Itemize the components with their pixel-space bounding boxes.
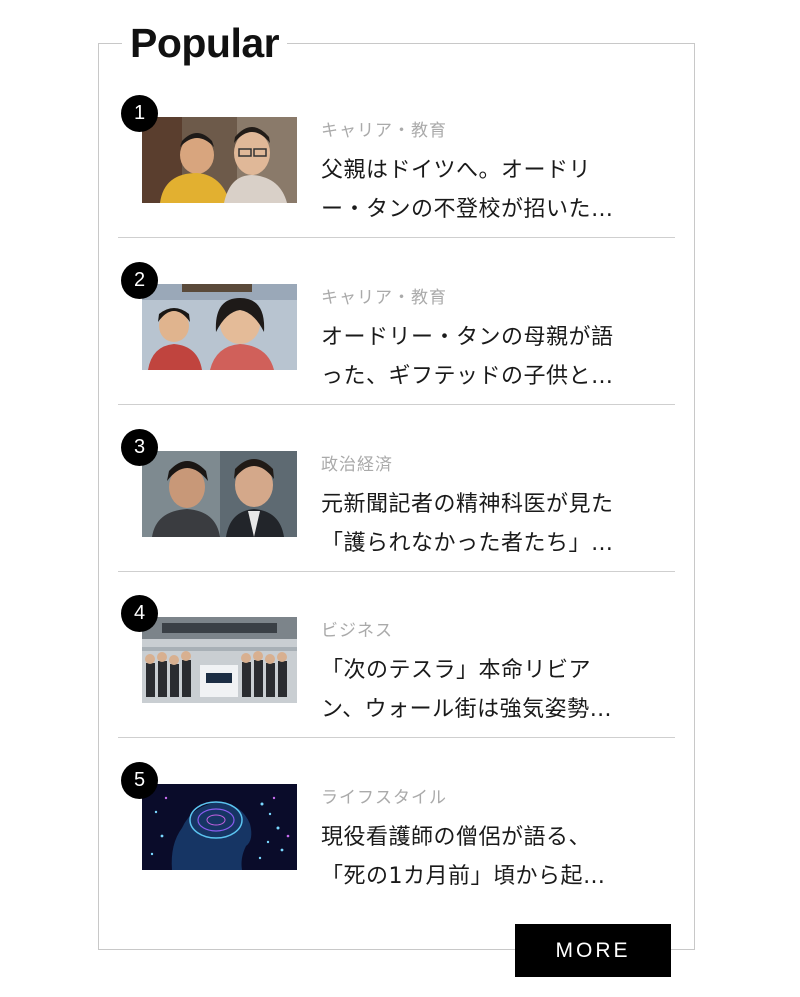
article-thumbnail[interactable] — [142, 451, 297, 537]
headline-line: った、ギフテッドの子供と… — [321, 364, 614, 389]
panel-title: Popular — [122, 14, 288, 72]
article-category: ライフスタイル — [321, 788, 447, 808]
rank-badge: 3 — [121, 429, 158, 466]
article-category: ビジネス — [321, 621, 393, 641]
headline-line: 「死の1カ月前」頃から起… — [321, 864, 606, 889]
article-headline[interactable]: 「次のテスラ」本命リビア ン、ウォール街は強気姿勢… — [321, 651, 651, 729]
divider — [118, 737, 675, 738]
list-item[interactable]: 2 キャリア・教育 オードリー・タンの母親が語 った、ギフテッドの子供と… — [118, 239, 675, 405]
divider — [118, 237, 675, 238]
article-headline[interactable]: 現役看護師の僧侶が語る、 「死の1カ月前」頃から起… — [321, 818, 651, 896]
headline-line: 「護られなかった者たち」… — [321, 531, 614, 556]
list-item[interactable]: 3 政治経済 元新聞記者の精神科医が見た 「護られなかった者たち」… — [118, 406, 675, 572]
article-category: キャリア・教育 — [321, 288, 447, 308]
list-item[interactable]: 4 ビジネス 「次のテスラ」本命リビア ン、ウォール街は強気姿勢… — [118, 572, 675, 738]
article-category: 政治経済 — [321, 455, 393, 475]
headline-line: 父親はドイツへ。オードリ — [321, 158, 592, 183]
headline-line: オードリー・タンの母親が語 — [321, 325, 614, 350]
list-item[interactable]: 5 ライフスタイル 現役看護師の僧侶が語る、 「死の1カ月前」頃から起… — [118, 739, 675, 905]
article-headline[interactable]: 父親はドイツへ。オードリ ー・タンの不登校が招いた… — [321, 151, 651, 229]
divider — [118, 404, 675, 405]
article-thumbnail[interactable] — [142, 117, 297, 203]
rank-badge: 4 — [121, 595, 158, 632]
more-button[interactable]: MORE — [515, 924, 671, 977]
article-headline[interactable]: オードリー・タンの母親が語 った、ギフテッドの子供と… — [321, 318, 651, 396]
rank-badge: 5 — [121, 762, 158, 799]
headline-line: ン、ウォール街は強気姿勢… — [321, 697, 613, 722]
headline-line: ー・タンの不登校が招いた… — [321, 197, 614, 222]
headline-line: 元新聞記者の精神科医が見た — [321, 492, 614, 517]
list-item[interactable]: 1 キャリア・教育 父親はドイツへ。オードリ ー・タンの不登校が招いた… — [118, 72, 675, 238]
article-thumbnail[interactable] — [142, 617, 297, 703]
rank-badge: 2 — [121, 262, 158, 299]
rank-badge: 1 — [121, 95, 158, 132]
article-thumbnail[interactable] — [142, 284, 297, 370]
article-thumbnail[interactable] — [142, 784, 297, 870]
article-category: キャリア・教育 — [321, 121, 447, 141]
headline-line: 現役看護師の僧侶が語る、 — [321, 825, 592, 850]
headline-line: 「次のテスラ」本命リビア — [321, 658, 592, 683]
article-headline[interactable]: 元新聞記者の精神科医が見た 「護られなかった者たち」… — [321, 485, 651, 563]
